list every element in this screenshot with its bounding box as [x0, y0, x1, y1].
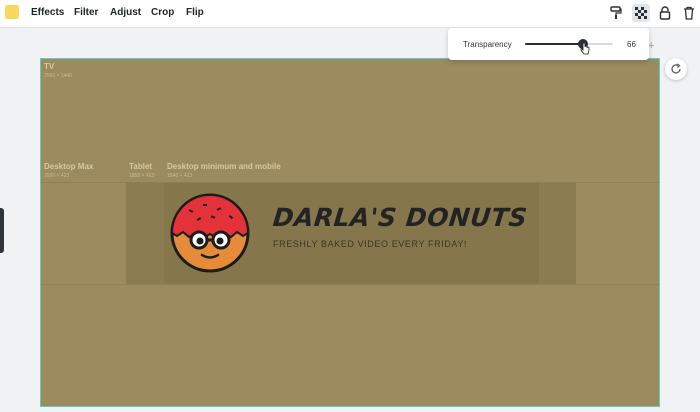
transparency-checker-icon[interactable] [632, 4, 650, 22]
zone-label-tablet: Tablet [129, 162, 152, 171]
zone-size-tv: 2560 × 1440 [44, 73, 72, 79]
crop-menu[interactable]: Crop [151, 7, 174, 18]
zone-label-desktop-max: Desktop Max [44, 162, 94, 171]
zone-size-tablet: 1855 × 423 [129, 173, 155, 179]
hand-cursor-icon [580, 43, 590, 55]
filter-menu[interactable]: Filter [74, 7, 98, 18]
banner-title[interactable]: DARLA'S DONUTS [271, 203, 528, 232]
side-panel-handle[interactable] [0, 208, 4, 253]
unlock-icon[interactable] [656, 4, 674, 22]
rotate-icon [671, 63, 681, 74]
adjust-menu[interactable]: Adjust [110, 7, 141, 18]
zone-label-desktop-min: Desktop minimum and mobile [167, 162, 281, 171]
paint-roller-icon[interactable] [607, 4, 625, 22]
transparency-label: Transparency [463, 40, 512, 49]
rotate-button[interactable] [665, 58, 687, 80]
transparency-slider[interactable] [525, 39, 613, 49]
top-toolbar: Effects Filter Adjust Crop Flip [0, 0, 700, 28]
banner-subtitle[interactable]: FRESHLY BAKED VIDEO EVERY FRIDAY! [273, 239, 467, 249]
zone-size-desktop-max: 2560 × 423 [44, 173, 70, 179]
flip-menu[interactable]: Flip [186, 7, 204, 18]
transparency-popover: Transparency 66 [448, 28, 649, 60]
effects-menu[interactable]: Effects [31, 7, 64, 18]
color-swatch[interactable] [5, 5, 19, 19]
zone-divider-bottom [41, 284, 659, 285]
transparency-slider-fill [525, 43, 583, 45]
zone-size-desktop-min: 1546 × 423 [167, 173, 193, 179]
design-canvas[interactable]: TV 2560 × 1440 Desktop Max 2560 × 423 Ta… [40, 58, 660, 407]
donut-logo[interactable] [169, 192, 251, 274]
transparency-value: 66 [627, 40, 636, 49]
trash-icon[interactable] [680, 4, 698, 22]
zone-label-tv: TV [44, 62, 55, 71]
